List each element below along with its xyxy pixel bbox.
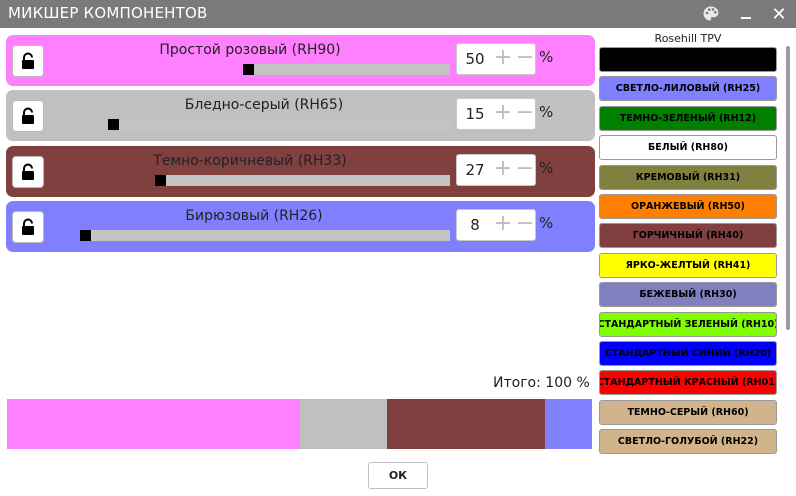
ok-button[interactable]: ОК [368,462,428,489]
slider-thumb[interactable] [155,175,166,186]
percent-unit: % [539,48,554,66]
palette-icon [703,6,719,21]
percent-stepper: 50 + − [456,43,536,75]
window-title: МИКШЕР КОМПОНЕНТОВ [8,4,208,22]
lock-button[interactable] [12,156,44,188]
component-name: Бледно-серый (RH65) [184,97,344,113]
scrollbar-thumb[interactable] [786,46,790,330]
close-button[interactable]: ✕ [764,0,794,28]
component-row: Темно-коричневый (RH33) 27 + −% [6,146,595,197]
slider-thumb[interactable] [243,64,254,75]
minimize-icon [741,17,751,19]
plus-icon[interactable]: + [493,99,513,129]
lock-icon [22,163,34,180]
lock-button[interactable] [12,211,44,243]
palette-swatch[interactable]: БЕЖЕВЫЙ (RH30) [599,282,777,307]
palette-swatch[interactable]: СТАНДАРТНЫЙ КРАСНЫЙ (RH01) [599,370,777,395]
plus-icon[interactable]: + [493,155,513,185]
minus-icon[interactable]: − [515,44,535,74]
palette-swatch[interactable]: СВЕТЛО-ГОЛУБОЙ (RH22) [599,429,777,454]
component-slider[interactable] [108,119,450,130]
palette-button[interactable] [696,0,726,28]
mix-segment [545,399,592,449]
percent-unit: % [539,159,554,177]
mix-segment [7,399,300,449]
palette-swatch[interactable]: ОРАНЖЕВЫЙ (RH50) [599,194,777,219]
title-bar: МИКШЕР КОМПОНЕНТОВ ✕ [0,0,796,28]
percent-stepper: 8 + − [456,209,536,241]
lock-button[interactable] [12,45,44,77]
lock-icon [22,218,34,235]
percent-stepper: 15 + − [456,98,536,130]
palette-swatch[interactable]: ТЕМНО-СЕРЫЙ (RH60) [599,400,777,425]
mix-segment [299,399,388,449]
minimize-button[interactable] [731,0,761,28]
percent-unit: % [539,214,554,232]
slider-thumb[interactable] [108,119,119,130]
close-icon: ✕ [771,3,787,25]
minus-icon[interactable]: − [515,210,535,240]
component-row: Бирюзовый (RH26) 8 + −% [6,201,595,252]
component-slider[interactable] [155,175,450,186]
palette-scrollbar[interactable] [783,46,792,448]
palette-swatch[interactable]: СВЕТЛО-ЛИЛОВЫЙ (RH25) [599,76,777,101]
lock-button[interactable] [12,100,44,132]
component-slider[interactable] [80,230,450,241]
minus-icon[interactable]: − [515,155,535,185]
component-row: Бледно-серый (RH65) 15 + −% [6,90,595,141]
palette-swatch[interactable]: КРЕМОВЫЙ (RH31) [599,165,777,190]
component-slider[interactable] [243,64,450,75]
minus-icon[interactable]: − [515,99,535,129]
component-name: Темно-коричневый (RH33) [153,153,347,169]
palette-swatch[interactable]: СТАНДАРТНЫЙ ЗЕЛЕНЫЙ (RH10) [599,312,777,337]
palette-swatch[interactable]: СТАНДАРТНЫЙ СИНИЙ (RH20) [599,341,777,366]
percent-value[interactable]: 50 [457,44,493,74]
percent-value[interactable]: 15 [457,99,493,129]
component-row: Простой розовый (RH90) 50 + −% [6,35,595,86]
slider-thumb[interactable] [80,230,91,241]
plus-icon[interactable]: + [493,210,513,240]
percent-unit: % [539,103,554,121]
plus-icon[interactable]: + [493,44,513,74]
total-label: Итого: 100 % [493,375,590,391]
mix-preview-bar [7,399,592,449]
palette-swatch[interactable]: БЕЛЫЙ (RH80) [599,135,777,160]
palette-title: Rosehill TPV [654,32,722,45]
lock-icon [22,107,34,124]
component-name: Бирюзовый (RH26) [185,208,323,224]
palette-swatch[interactable] [599,47,777,72]
mix-segment [387,399,546,449]
percent-value[interactable]: 8 [457,210,493,240]
palette-swatch[interactable]: ТЕМНО-ЗЕЛЕНЫЙ (RH12) [599,106,777,131]
percent-stepper: 27 + − [456,154,536,186]
palette-swatch[interactable]: ЯРКО-ЖЕЛТЫЙ (RH41) [599,253,777,278]
palette-swatch[interactable]: ГОРЧИЧНЫЙ (RH40) [599,223,777,248]
lock-icon [22,52,34,69]
percent-value[interactable]: 27 [457,155,493,185]
component-name: Простой розовый (RH90) [159,42,341,58]
